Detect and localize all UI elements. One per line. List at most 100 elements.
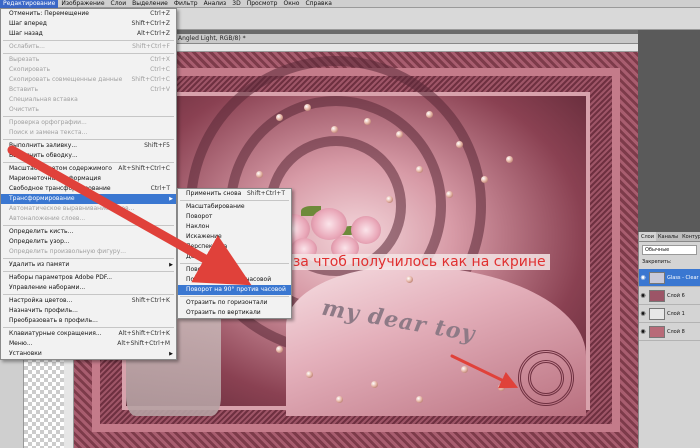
menu-item[interactable]: Очистить — [1, 105, 176, 115]
menu-item-shortcut: Alt+Shift+Ctrl+M — [117, 340, 170, 347]
menu-item[interactable]: Управление наборами... — [1, 283, 176, 293]
pearl — [331, 126, 338, 133]
menu-item-label: Марионеточная деформация — [9, 175, 101, 182]
pearl — [416, 396, 423, 403]
pearl — [426, 111, 433, 118]
menubar-item[interactable]: Просмотр — [244, 0, 281, 8]
menu-item-label: Поиск и замена текста... — [9, 129, 88, 136]
menubar-item[interactable]: Редактирование — [0, 0, 59, 8]
menu-item-label: Свободное трансформирование — [9, 185, 111, 192]
menu-item[interactable]: Скопировать совмещенные данные Shift+Ctrl… — [1, 75, 176, 85]
layer-row[interactable]: ◉ Слой 8 — [639, 323, 700, 341]
menu-item[interactable]: Определить узор... — [1, 237, 176, 247]
menu-item[interactable]: Вырезать Ctrl+X — [1, 55, 176, 65]
menu-item[interactable]: Выполнить заливку... Shift+F5 — [1, 141, 176, 151]
menu-item[interactable]: Искажение — [178, 232, 291, 242]
menu-item[interactable]: Отменить: Перемещение Ctrl+Z — [1, 9, 176, 19]
menu-item-label: Скопировать — [9, 66, 51, 73]
menu-item[interactable]: Преобразовать в профиль... — [1, 316, 176, 326]
menu-item-label: Ослабить... — [9, 43, 45, 50]
menu-item[interactable]: Автоналожение слоев... — [1, 214, 176, 224]
menu-separator — [3, 40, 174, 41]
menu-item[interactable]: Марионеточная деформация — [1, 174, 176, 184]
menu-item[interactable]: Специальная вставка — [1, 95, 176, 105]
menu-item[interactable]: Меню... Alt+Shift+Ctrl+M — [1, 339, 176, 349]
menu-item-label: Установки — [9, 350, 42, 357]
menu-item[interactable]: Вставить Ctrl+V — [1, 85, 176, 95]
menu-item-label: Проверка орфографии... — [9, 119, 87, 126]
menu-item-label: Определить узор... — [9, 238, 70, 245]
menu-item[interactable]: Поиск и замена текста... — [1, 128, 176, 138]
menu-item[interactable]: Ослабить... Shift+Ctrl+F — [1, 42, 176, 52]
menu-item[interactable]: Наборы параметров Adobe PDF... — [1, 273, 176, 283]
layer-row[interactable]: ◉ Слой 1 — [639, 305, 700, 323]
menu-item[interactable]: Применить снова Shift+Ctrl+T — [178, 189, 291, 199]
menu-item[interactable]: Наклон — [178, 222, 291, 232]
eye-icon[interactable]: ◉ — [639, 292, 647, 299]
layers-panel-tab[interactable]: Каналы — [656, 232, 680, 241]
menu-item[interactable]: Назначить профиль... — [1, 306, 176, 316]
menu-item-label: Поворот на 90° против часовой — [186, 286, 286, 293]
menu-item[interactable]: Установки ▶ — [1, 349, 176, 359]
menu-item[interactable]: Масштаб с учетом содержимого Alt+Shift+Ct… — [1, 164, 176, 174]
menubar-item[interactable]: 3D — [229, 0, 243, 8]
menu-item[interactable]: Поворот — [178, 212, 291, 222]
menubar-item[interactable]: Выделение — [129, 0, 171, 8]
menu-item-label: Шаг назад — [9, 30, 43, 37]
layer-row[interactable]: ◉ Glass - Clear — [639, 269, 700, 287]
menu-item[interactable]: Перспектива — [178, 242, 291, 252]
layer-thumbnail — [649, 307, 665, 320]
menu-item[interactable]: Отразить по горизонтали — [178, 298, 291, 308]
submenu-arrow-icon: ▶ — [169, 196, 173, 202]
menubar-item[interactable]: Изображение — [58, 0, 107, 8]
menu-item[interactable]: Трансформирование ▶ — [1, 194, 176, 204]
menu-item[interactable]: Удалить из памяти ▶ — [1, 260, 176, 270]
menu-item[interactable]: Поворот на 90° против часовой — [178, 285, 291, 295]
menu-separator — [3, 327, 174, 328]
menu-separator — [180, 200, 289, 201]
menu-separator — [3, 116, 174, 117]
blend-mode-select[interactable]: Обычные — [642, 245, 697, 255]
menu-item[interactable]: Автоматическое выравнивание слоев... — [1, 204, 176, 214]
eye-icon[interactable]: ◉ — [639, 310, 647, 317]
menubar-item[interactable]: Слои — [108, 0, 130, 8]
pearl — [276, 114, 283, 121]
menu-item[interactable]: Шаг вперед Shift+Ctrl+Z — [1, 19, 176, 29]
menu-separator — [3, 271, 174, 272]
menu-item[interactable]: Масштабирование — [178, 202, 291, 212]
menu-separator — [180, 263, 289, 264]
annotation-text: 2 раза чтоб получилось как на скрине — [258, 254, 550, 270]
menu-item[interactable]: Выполнить обводку... — [1, 151, 176, 161]
menu-item-label: Масштабирование — [186, 203, 245, 210]
menu-item-shortcut: Shift+Ctrl+F — [132, 43, 170, 50]
document-tab-title: Angled Light, RGB/8) * — [178, 35, 246, 42]
menu-item[interactable]: Скопировать Ctrl+C — [1, 65, 176, 75]
document-tab[interactable]: Angled Light, RGB/8) * — [176, 34, 638, 44]
menu-item[interactable]: Свободное трансформирование Ctrl+T — [1, 184, 176, 194]
menu-item[interactable]: Определить произвольную фигуру... — [1, 247, 176, 257]
menu-item[interactable]: Настройка цветов... Shift+Ctrl+K — [1, 296, 176, 306]
menu-item-label: Поворот — [186, 213, 213, 220]
menu-item-label: Меню... — [9, 340, 33, 347]
layers-panel-tab[interactable]: Слои — [639, 232, 656, 241]
layers-panel-tab[interactable]: Контуры — [680, 232, 700, 241]
menubar-item[interactable]: Окно — [280, 0, 302, 8]
menu-item[interactable]: Деформация — [178, 252, 291, 262]
menubar-item[interactable]: Фильтр — [171, 0, 201, 8]
menu-item[interactable]: Поворот на 90° по часовой — [178, 275, 291, 285]
menu-item[interactable]: Проверка орфографии... — [1, 118, 176, 128]
menu-item[interactable]: Клавиатурные сокращения... Alt+Shift+Ctrl… — [1, 329, 176, 339]
lock-label: Закрепить: — [642, 259, 672, 265]
menu-item[interactable]: Поворот на 180° — [178, 265, 291, 275]
menu-item[interactable]: Отразить по вертикали — [178, 308, 291, 318]
menu-item[interactable]: Шаг назад Alt+Ctrl+Z — [1, 29, 176, 39]
menu-item-label: Отразить по горизонтали — [186, 299, 268, 306]
eye-icon[interactable]: ◉ — [639, 328, 647, 335]
menu-item-label: Поворот на 90° по часовой — [186, 276, 272, 283]
eye-icon[interactable]: ◉ — [639, 274, 647, 281]
menu-item[interactable]: Определить кисть... — [1, 227, 176, 237]
layer-row[interactable]: ◉ Слой 6 — [639, 287, 700, 305]
menubar-item[interactable]: Справка — [302, 0, 334, 8]
pearl — [446, 191, 453, 198]
menubar-item[interactable]: Анализ — [201, 0, 230, 8]
